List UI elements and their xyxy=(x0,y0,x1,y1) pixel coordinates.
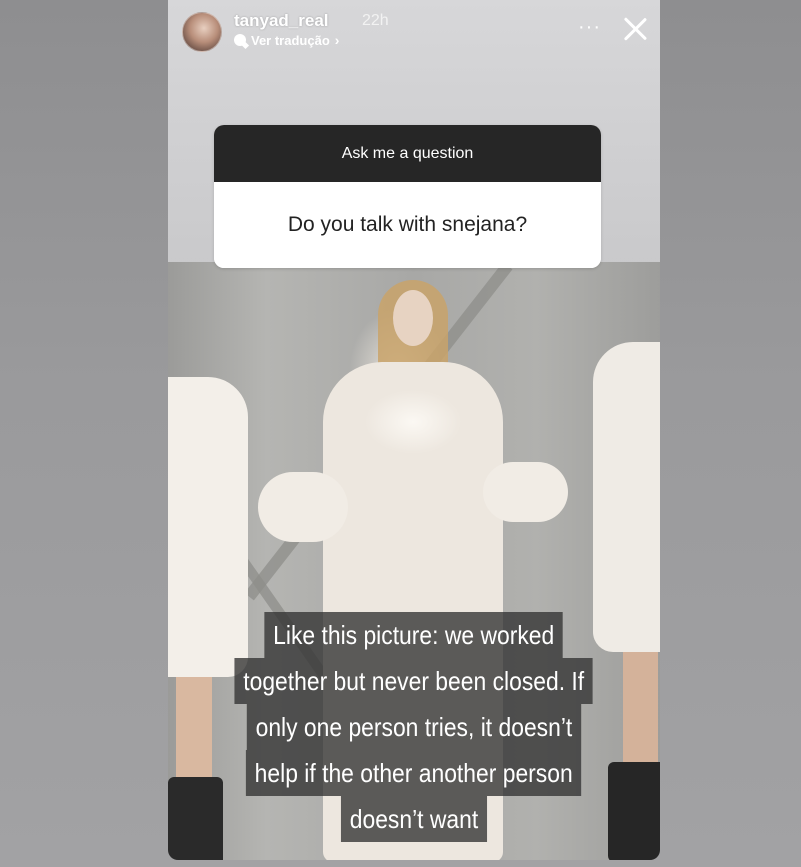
story-header: tanyad_real 22h Ver tradução › ··· xyxy=(168,0,660,60)
chevron-right-icon: › xyxy=(334,32,340,48)
close-icon[interactable] xyxy=(620,14,650,44)
caption-line: help if the other another person xyxy=(246,750,582,796)
model-coat xyxy=(593,342,660,652)
model-face xyxy=(393,290,433,346)
caption-line: only one person tries, it doesn’t xyxy=(246,704,582,750)
translate-label: Ver tradução xyxy=(251,32,330,48)
story-username[interactable]: tanyad_real xyxy=(234,11,329,31)
translate-icon xyxy=(234,34,246,46)
model-sleeve xyxy=(258,472,348,542)
question-sticker-text: Do you talk with snejana? xyxy=(214,182,601,268)
translate-link[interactable]: Ver tradução › xyxy=(234,32,339,48)
avatar[interactable] xyxy=(182,12,222,52)
more-icon[interactable]: ··· xyxy=(578,16,601,39)
caption-line: Like this picture: we worked xyxy=(264,612,564,658)
story-view[interactable]: tanyad_real 22h Ver tradução › ··· Ask m… xyxy=(168,0,660,860)
question-sticker-header: Ask me a question xyxy=(214,125,601,182)
caption-line: together but never been closed. If xyxy=(234,658,594,704)
story-caption: Like this picture: we worked together bu… xyxy=(168,612,660,842)
question-sticker: Ask me a question Do you talk with sneja… xyxy=(214,125,601,268)
model-sleeve xyxy=(483,462,568,522)
caption-line: doesn’t want xyxy=(340,796,488,842)
story-timestamp: 22h xyxy=(362,12,389,29)
